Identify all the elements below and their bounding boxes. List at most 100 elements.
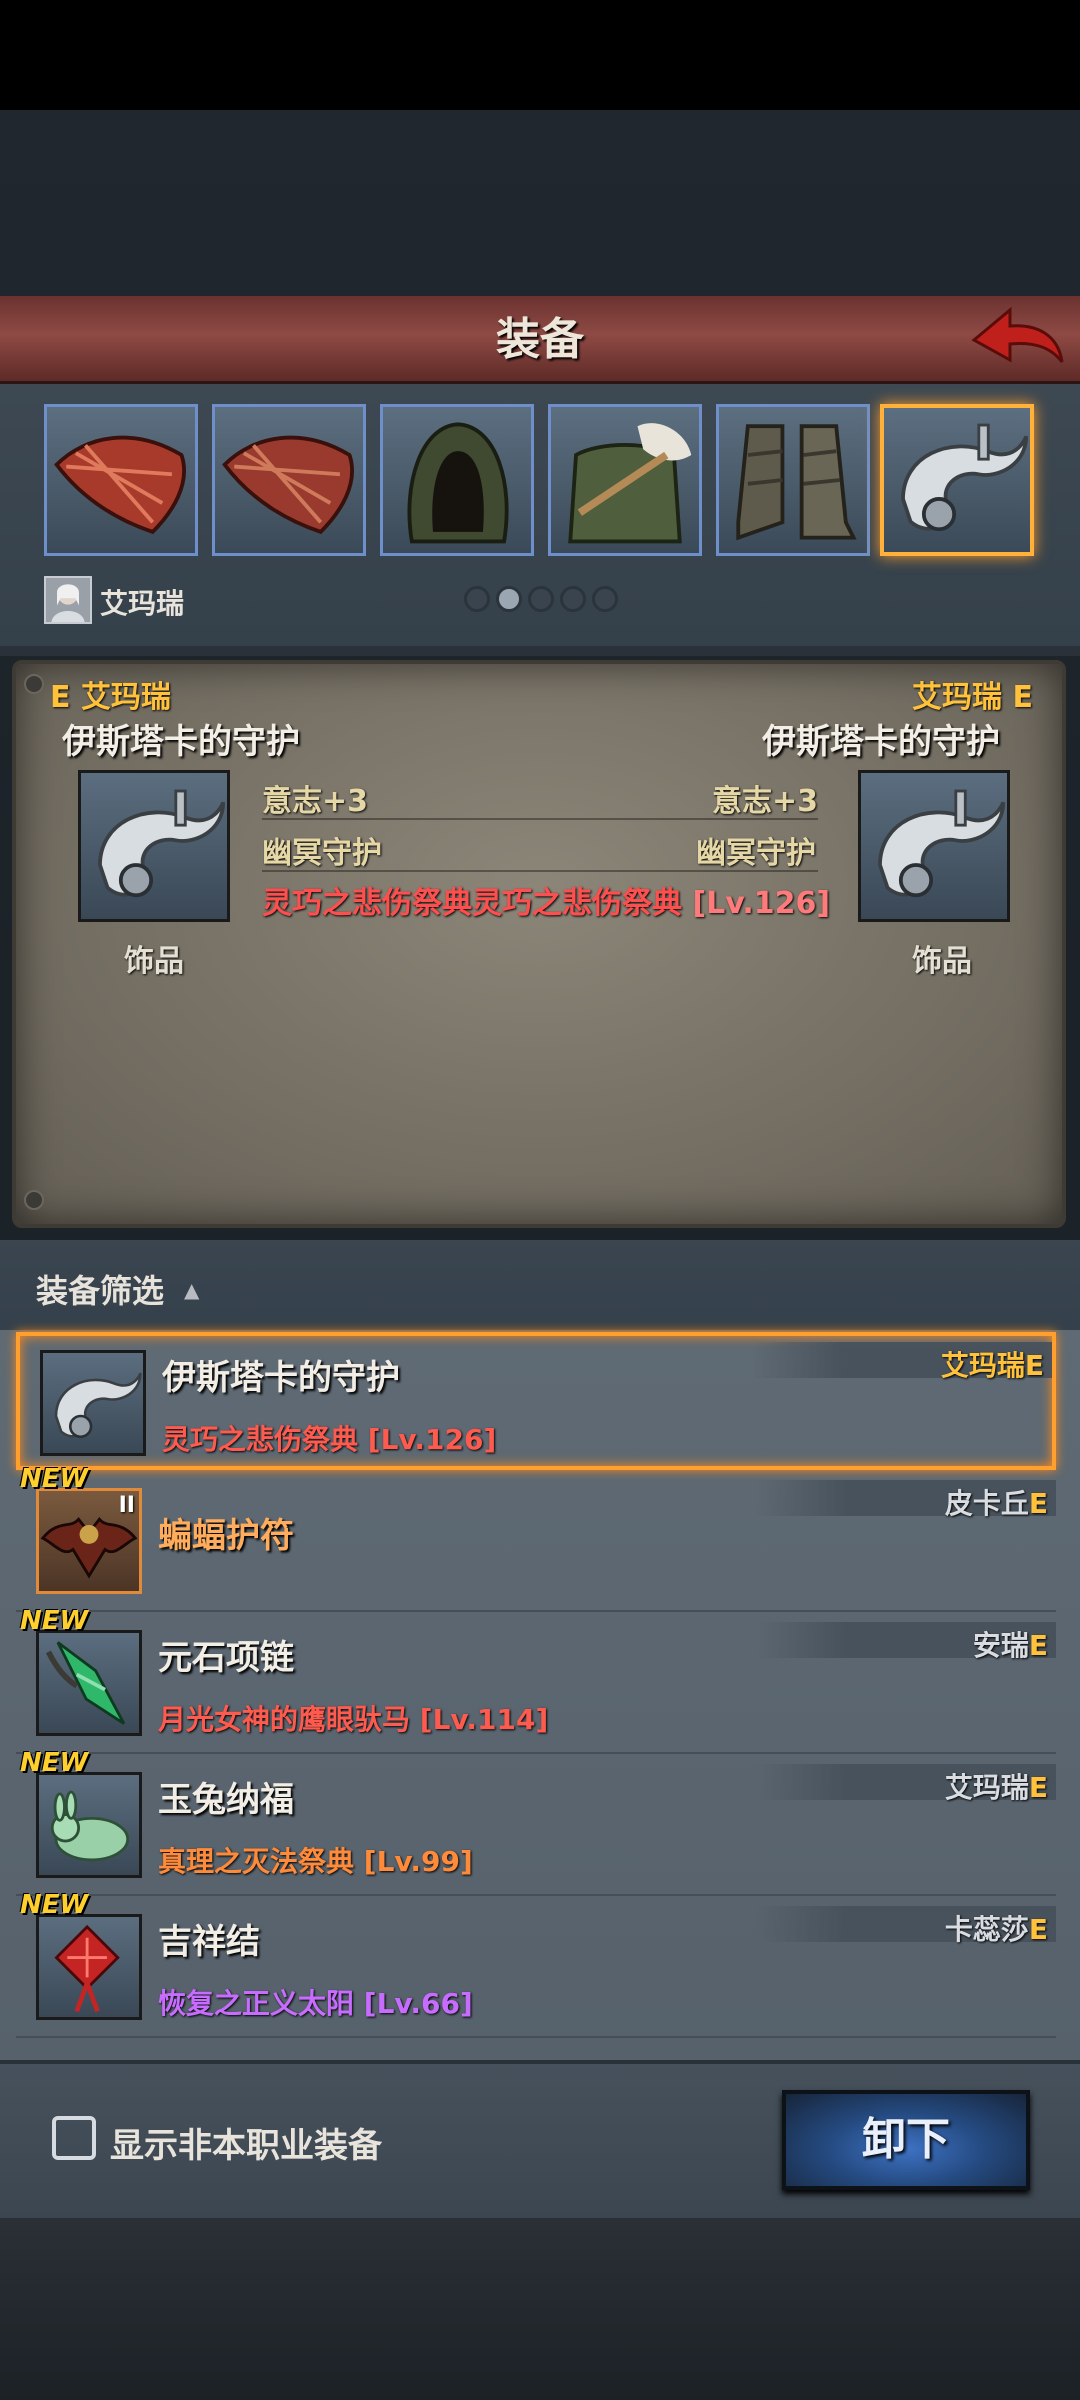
owner-name: 安瑞 <box>972 1629 1029 1662</box>
owner-name: 卡蕊莎 <box>944 1913 1029 1946</box>
boots-icon <box>736 424 857 541</box>
item-owner: 艾玛瑞E <box>941 1344 1044 1384</box>
unequip-button-label: 卸下 <box>862 2114 950 2165</box>
owner-equipped-mark: E <box>1028 1771 1048 1804</box>
filter-toggle[interactable]: 装备筛选 <box>36 1266 164 1312</box>
page-dot[interactable] <box>464 586 490 612</box>
jade-rabbit-icon <box>50 1790 130 1862</box>
status-bar-area <box>0 0 1080 110</box>
item-set-name: 月光女神的鹰眼驮马 <box>158 1703 411 1736</box>
chinese-knot-icon <box>54 1924 120 2013</box>
bottom-background <box>0 2218 1080 2400</box>
equipment-slot-head[interactable] <box>380 404 534 556</box>
equipment-slot-accessory[interactable] <box>880 404 1034 556</box>
page-dot[interactable] <box>528 586 554 612</box>
item-name: 玉兔纳福 <box>158 1780 294 1820</box>
page-title: 装备 <box>496 314 584 365</box>
item-name: 吉祥结 <box>158 1922 260 1962</box>
compare-set-bonus: 灵巧之悲伤祭典灵巧之悲伤祭典 [Lv.126] <box>262 878 830 922</box>
compare-right-title: 伊斯塔卡的守护 <box>762 722 1000 762</box>
equipment-slot-body[interactable] <box>548 404 702 556</box>
item-set: 真理之灭法祭典 [Lv.99] <box>158 1840 473 1880</box>
character-avatar[interactable] <box>44 576 92 624</box>
equipment-slot-feet[interactable] <box>716 404 870 556</box>
list-item[interactable]: 伊斯塔卡的守护 灵巧之悲伤祭典 [Lv.126] 艾玛瑞E <box>16 1332 1056 1470</box>
owner-name: 艾玛瑞 <box>940 1349 1025 1382</box>
claw-weapon-icon <box>54 435 186 535</box>
pin-icon <box>24 1190 44 1210</box>
item-set: 月光女神的鹰眼驮马 [Lv.114] <box>158 1698 548 1738</box>
compare-right-stat-will: 意志+3 <box>712 784 819 819</box>
owner-equipped-mark: E <box>1028 1629 1048 1662</box>
show-other-class-checkbox[interactable] <box>52 2116 96 2160</box>
item-icon: II <box>36 1488 142 1594</box>
character-name: 艾玛瑞 <box>100 587 185 620</box>
new-badge: NEW <box>20 1464 89 1494</box>
compare-right-owner-tag: 艾玛瑞 E <box>912 680 1033 715</box>
item-set: 恢复之正义太阳 [Lv.66] <box>158 1982 473 2022</box>
header-bar: 装备 <box>0 296 1080 384</box>
compare-left-stat-will: 意志+3 <box>262 784 369 819</box>
list-item[interactable]: NEW 玉兔纳福 真理之灭法祭典 [Lv.99] 艾玛瑞E <box>16 1748 1056 1896</box>
item-owner: 安瑞E <box>973 1624 1048 1664</box>
green-crystal-necklace-icon <box>45 1641 126 1725</box>
owner-equipped-mark: E <box>1028 1487 1048 1520</box>
fur-coat-icon <box>568 423 692 544</box>
stat-divider <box>262 818 818 820</box>
claw-weapon-icon <box>222 435 354 535</box>
compare-right-type: 饰品 <box>912 944 972 979</box>
item-set-name: 真理之灭法祭典 <box>158 1845 355 1878</box>
owner-name: 艾玛瑞 <box>944 1771 1029 1804</box>
back-arrow-icon <box>971 306 1064 363</box>
avatar-portrait-icon <box>51 584 85 622</box>
compare-right-stat-ghost-guard: 幽冥守护 <box>696 836 816 871</box>
compare-left-stat-ghost-guard: 幽冥守护 <box>262 836 382 871</box>
item-set-level: [Lv.126] <box>367 1423 497 1456</box>
compare-left-item-icon <box>78 770 230 922</box>
set-name: 灵巧之悲伤祭典灵巧之悲伤祭典 <box>262 886 682 921</box>
item-name: 伊斯塔卡的守护 <box>162 1358 400 1398</box>
item-owner: 艾玛瑞E <box>945 1766 1048 1806</box>
new-badge: NEW <box>20 1748 89 1778</box>
list-item[interactable]: NEW 元石项链 月光女神的鹰眼驮马 [Lv.114] 安瑞E <box>16 1606 1056 1754</box>
compare-left-owner-tag: E 艾玛瑞 <box>50 680 171 715</box>
page-dot-active[interactable] <box>496 586 522 612</box>
set-level: [Lv.126] <box>692 886 831 921</box>
item-set-level: [Lv.99] <box>363 1845 473 1878</box>
equipment-slot-weapon-1[interactable] <box>44 404 198 556</box>
item-icon <box>36 1772 142 1878</box>
tier-badge: II <box>118 1493 135 1518</box>
item-owner: 皮卡丘E <box>945 1482 1048 1522</box>
equipment-slot-weapon-2[interactable] <box>212 404 366 556</box>
item-name: 蝙蝠护符 <box>158 1516 294 1556</box>
pagination-dots <box>464 586 618 616</box>
list-item[interactable]: NEW 吉祥结 恢复之正义太阳 [Lv.66] 卡蕊莎E <box>16 1890 1056 2038</box>
silver-charm-icon <box>878 789 1006 898</box>
hood-icon <box>407 422 509 544</box>
item-name: 元石项链 <box>158 1638 294 1678</box>
owner-equipped-mark: E <box>1024 1349 1044 1382</box>
item-set-level: [Lv.114] <box>419 1703 549 1736</box>
silver-charm-icon <box>901 423 1029 532</box>
back-button[interactable] <box>966 300 1066 380</box>
compare-left-title: 伊斯塔卡的守护 <box>62 722 300 762</box>
item-icon <box>40 1350 146 1456</box>
item-icon <box>36 1630 142 1736</box>
owner-equipped-mark: E <box>1028 1913 1048 1946</box>
compare-right-item-icon <box>858 770 1010 922</box>
show-other-class-label[interactable]: 显示非本职业装备 <box>110 2118 382 2167</box>
pin-icon <box>24 674 44 694</box>
silver-charm-icon <box>54 1372 142 1439</box>
divider <box>0 646 1080 656</box>
item-icon <box>36 1914 142 2020</box>
item-set: 灵巧之悲伤祭典 [Lv.126] <box>162 1418 496 1458</box>
stat-divider <box>262 870 818 872</box>
page-dot[interactable] <box>592 586 618 612</box>
item-set-name: 灵巧之悲伤祭典 <box>162 1423 359 1456</box>
new-badge: NEW <box>20 1606 89 1636</box>
item-set-name: 恢复之正义太阳 <box>158 1987 355 2020</box>
list-item[interactable]: II NEW 蝙蝠护符 皮卡丘E <box>16 1464 1056 1612</box>
filter-arrow-up-icon[interactable]: ▲ <box>184 1278 199 1302</box>
page-dot[interactable] <box>560 586 586 612</box>
unequip-button[interactable]: 卸下 <box>782 2090 1030 2190</box>
